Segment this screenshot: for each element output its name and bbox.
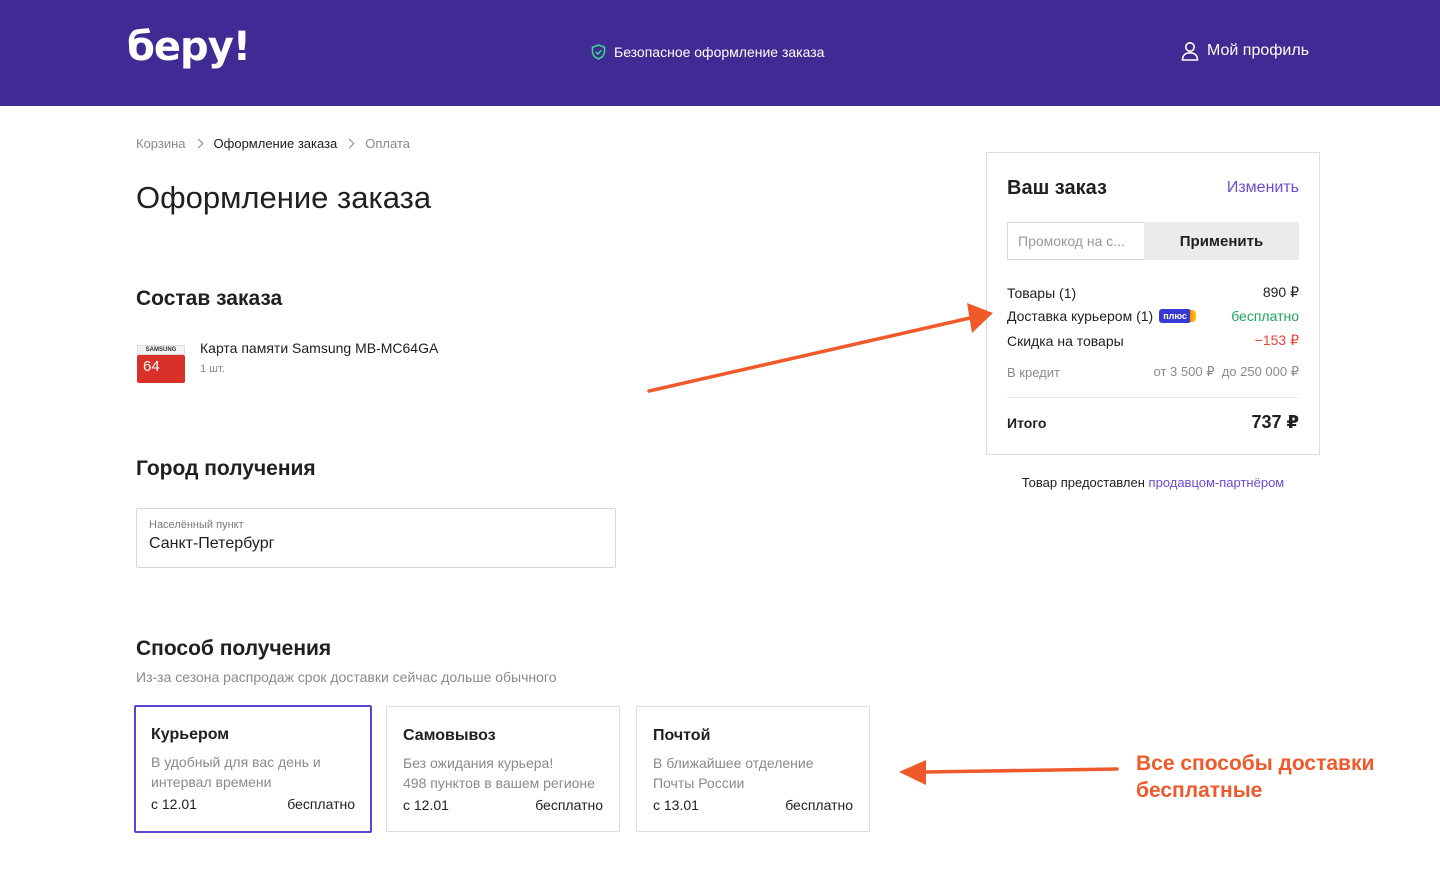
edit-order-link[interactable]: Изменить (1227, 179, 1299, 197)
option-title: Курьером (151, 726, 230, 743)
breadcrumb-payment: Оплата (365, 136, 411, 151)
product-name[interactable]: Карта памяти Samsung MB-MC64GA (200, 340, 438, 356)
option-description: В удобный для вас день и интервал времен… (151, 752, 355, 792)
goods-label: Товары (1) (1007, 284, 1077, 301)
profile-label: Мой профиль (1207, 42, 1310, 59)
delivery-option-courier[interactable]: Курьером В удобный для вас день и интерв… (134, 705, 372, 833)
goods-value: 890 ₽ (1262, 284, 1299, 300)
page-title: Оформление заказа (136, 180, 432, 215)
option-description: В ближайшее отделение Почты России (653, 753, 853, 793)
option-price: бесплатно (287, 796, 355, 812)
annotation-text: Все способы доставки бесплатные (1136, 750, 1374, 804)
option-date: с 13.01 (653, 797, 699, 813)
site-header: беру! Безопасное оформление заказа Мой п… (0, 0, 1440, 106)
total-row: Итого 737 ₽ (1007, 412, 1299, 433)
plus-badge: плюс (1159, 309, 1196, 323)
total-value: 737 ₽ (1251, 412, 1299, 432)
delivery-note: Из-за сезона распродаж срок доставки сей… (136, 669, 557, 685)
city-field-value[interactable]: Санкт-Петербург (149, 535, 603, 553)
logo[interactable]: беру! (127, 24, 251, 70)
arrow-to-summary (647, 316, 972, 393)
option-date: с 12.01 (403, 797, 449, 813)
delivery-method-heading: Способ получения (136, 637, 332, 660)
seller-note-text: Товар предоставлен (1021, 475, 1149, 490)
option-description-line: 498 пунктов в вашем регионе (403, 775, 595, 791)
discount-label: Скидка на товары (1007, 332, 1124, 349)
option-description-line: интервал времени (151, 774, 272, 790)
option-description-line: Почты России (653, 775, 745, 791)
chevron-right-icon (193, 138, 203, 149)
option-price: бесплатно (785, 797, 853, 813)
option-description-line: В удобный для вас день и (151, 754, 321, 770)
delivery-row-label-group: Доставка курьером (1) плюс (1007, 308, 1196, 324)
secure-checkout-text: Безопасное оформление заказа (614, 44, 825, 60)
seller-note: Товар предоставлен продавцом-партнёром (986, 475, 1320, 490)
order-summary: Ваш заказ Изменить Применить Товары (1) … (986, 152, 1320, 455)
chevron-right-icon (344, 138, 355, 149)
promo-code-group: Применить (1007, 222, 1299, 260)
annotation-line: бесплатные (1136, 779, 1263, 802)
option-footer: с 12.01 бесплатно (403, 797, 603, 813)
shield-check-icon (591, 44, 606, 60)
credit-label: В кредит (1007, 364, 1060, 380)
product-image[interactable]: SAMSUNG 64 (136, 345, 186, 385)
seller-partner-link[interactable]: продавцом-партнёром (1149, 475, 1285, 490)
option-description-line: В ближайшее отделение (653, 755, 814, 771)
delivery-label: Доставка курьером (1) (1007, 308, 1154, 324)
delivery-row: Доставка курьером (1) плюс бесплатно (1007, 308, 1299, 324)
breadcrumb-cart[interactable]: Корзина (136, 136, 186, 151)
option-price: бесплатно (535, 797, 603, 813)
apply-promo-button[interactable]: Применить (1144, 222, 1299, 260)
option-description-line: Без ожидания курьера! (403, 755, 554, 771)
product-quantity: 1 шт. (200, 363, 225, 375)
discount-row: Скидка на товары −153 ₽ (1007, 332, 1299, 349)
arrow-to-options (923, 767, 1119, 774)
option-footer: с 12.01 бесплатно (151, 796, 355, 812)
city-heading: Город получения (136, 457, 316, 480)
order-summary-title: Ваш заказ (1007, 177, 1107, 199)
option-title: Самовывоз (403, 727, 496, 744)
credit-value: от 3 500 ₽ до 250 000 ₽ (1153, 364, 1299, 379)
profile-link[interactable]: Мой профиль (1181, 41, 1309, 61)
order-item: SAMSUNG 64 Карта памяти Samsung MB-MC64G… (136, 338, 438, 385)
divider (1007, 397, 1299, 398)
option-description: Без ожидания курьера! 498 пунктов в ваше… (403, 753, 603, 793)
option-title: Почтой (653, 727, 711, 744)
promo-code-input[interactable] (1007, 222, 1144, 260)
secure-checkout-notice: Безопасное оформление заказа (591, 44, 824, 60)
city-field-label: Населённый пункт (149, 519, 244, 531)
breadcrumb-checkout: Оформление заказа (213, 136, 338, 151)
discount-value: −153 ₽ (1254, 332, 1299, 348)
delivery-option-post[interactable]: Почтой В ближайшее отделение Почты Росси… (636, 706, 870, 832)
delivery-value: бесплатно (1231, 308, 1299, 324)
product-image-brand: SAMSUNG (137, 345, 185, 355)
arrowhead-icon (899, 760, 926, 785)
goods-row: Товары (1) 890 ₽ (1007, 284, 1299, 301)
total-label: Итого (1007, 414, 1047, 431)
breadcrumb: Корзина Оформление заказа Оплата (136, 136, 410, 151)
option-footer: с 13.01 бесплатно (653, 797, 853, 813)
option-date: с 12.01 (151, 796, 197, 812)
city-field[interactable]: Населённый пункт Санкт-Петербург (136, 508, 616, 568)
product-image-capacity: 64 (137, 355, 185, 383)
order-contents-heading: Состав заказа (136, 287, 283, 310)
credit-row: В кредит от 3 500 ₽ до 250 000 ₽ (1007, 364, 1299, 380)
delivery-option-pickup[interactable]: Самовывоз Без ожидания курьера! 498 пунк… (386, 706, 620, 832)
user-icon (1181, 42, 1199, 61)
annotation-line: Все способы доставки (1136, 752, 1375, 775)
